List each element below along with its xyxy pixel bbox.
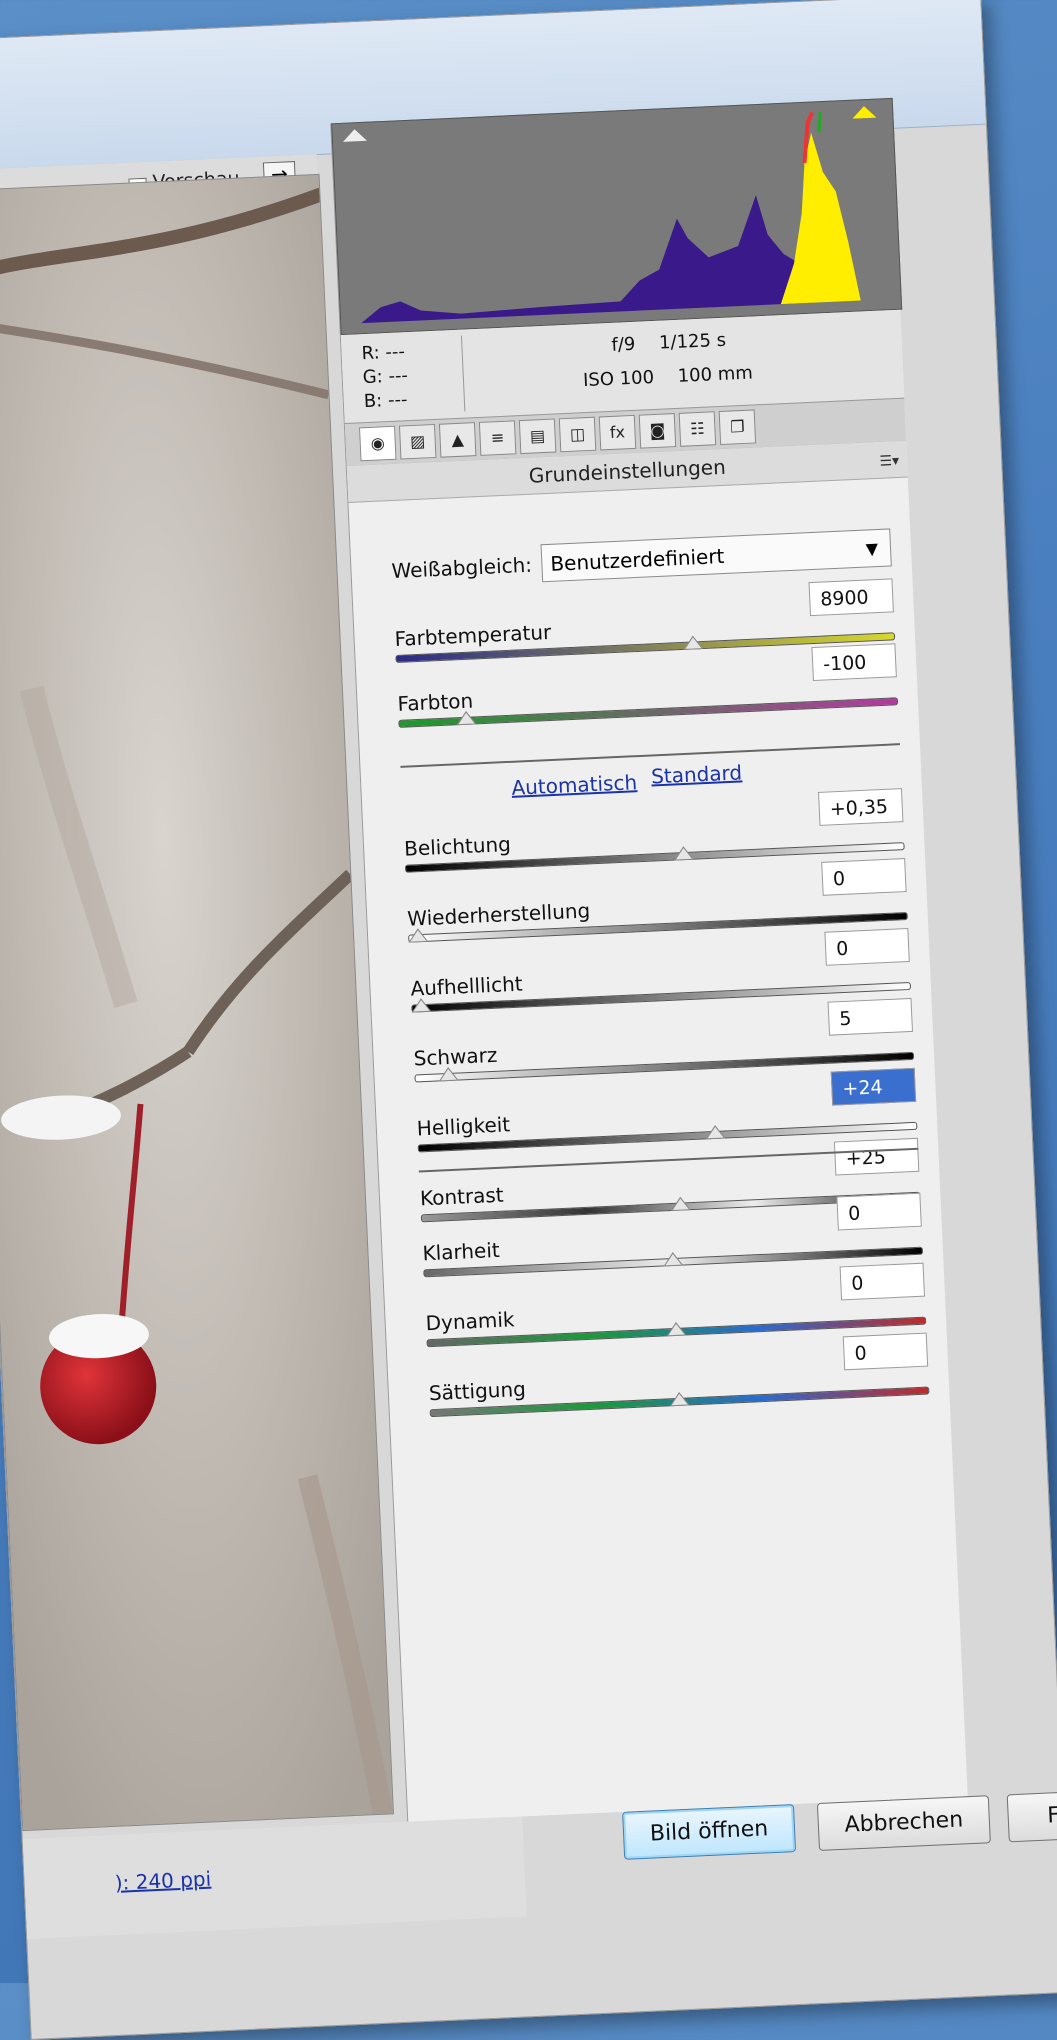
split-toning-icon[interactable]: ▤ <box>518 418 557 455</box>
slider-label-helligkeit: Helligkeit <box>416 1112 511 1141</box>
slider-value-dynamik[interactable]: 0 <box>839 1262 926 1301</box>
standard-link[interactable]: Standard <box>651 760 743 788</box>
slider-row-belichtung: Belichtung +0,35 <box>402 788 905 873</box>
slider-value-wiederherstellung[interactable]: 0 <box>821 858 907 896</box>
hsl-icon[interactable]: ≡ <box>478 420 517 456</box>
slider-row-aufhelllicht: Aufhelllicht 0 <box>409 927 912 1013</box>
lens-correction-icon[interactable]: ◫ <box>558 416 597 453</box>
slider-value-schwarz[interactable]: 5 <box>827 997 913 1036</box>
detail-icon[interactable]: ▲ <box>438 422 477 458</box>
camera-calibration-icon[interactable]: ◙ <box>638 413 677 449</box>
slider-value-farbton[interactable]: -100 <box>811 643 897 682</box>
white-balance-label: Weißabgleich: <box>391 552 533 584</box>
aperture-value: f/9 <box>611 333 636 356</box>
readout-b: B: --- <box>363 389 408 413</box>
slider-row-dynamik: Dynamik 0 <box>424 1262 927 1348</box>
slider-thumb-farbtemperatur[interactable] <box>682 635 704 650</box>
white-balance-value: Benutzerdefiniert <box>549 543 725 576</box>
slider-label-saettigung: Sättigung <box>428 1376 527 1406</box>
slider-label-klarheit: Klarheit <box>421 1237 501 1266</box>
tone-curve-icon[interactable]: ▨ <box>398 423 437 460</box>
slider-row-saettigung: Sättigung 0 <box>427 1332 930 1418</box>
slider-thumb-schwarz[interactable] <box>438 1066 459 1082</box>
adjustment-panel: R: --- G: --- B: --- f/9 1/125 s ISO 100… <box>330 97 968 1822</box>
branch-photo <box>0 174 393 1831</box>
slider-row-helligkeit: Helligkeit +24 <box>415 1067 918 1153</box>
slider-thumb-belichtung[interactable] <box>673 845 694 861</box>
open-image-button[interactable]: Bild öffnen <box>622 1804 797 1860</box>
slider-value-aufhelllicht[interactable]: 0 <box>824 927 910 966</box>
readout-g: G: --- <box>362 365 409 389</box>
slider-value-klarheit[interactable]: 0 <box>836 1192 922 1231</box>
slider-value-helligkeit[interactable]: +24 <box>830 1067 917 1106</box>
slider-thumb-farbton[interactable] <box>455 710 477 726</box>
slider-label-dynamik: Dynamik <box>425 1307 515 1336</box>
slider-thumb-klarheit[interactable] <box>662 1251 684 1267</box>
done-button[interactable]: Fertig <box>1006 1787 1057 1843</box>
slider-thumb-wiederherstellung[interactable] <box>407 927 429 943</box>
slider-label-wiederherstellung: Wiederherstellung <box>406 898 591 931</box>
fx-icon[interactable]: fx <box>598 414 637 451</box>
cancel-button[interactable]: Abbrechen <box>816 1795 991 1851</box>
snapshots-icon[interactable]: ❐ <box>718 409 757 446</box>
presets-icon[interactable]: ☷ <box>678 411 717 447</box>
preview-status-bar: ): 240 ppi <box>22 1816 527 1939</box>
dropdown-arrow-icon: ▼ <box>865 538 879 559</box>
slider-row-wiederherstellung: Wiederherstellung 0 <box>406 858 908 943</box>
workflow-options-link[interactable]: ): 240 ppi <box>114 1867 211 1895</box>
camera-raw-window: ✔Vorschau ⇄ <box>0 0 1057 2040</box>
slider-row-schwarz: Schwarz 5 <box>412 997 915 1083</box>
focal-length-value: 100 mm <box>677 362 754 387</box>
slider-value-kontrast[interactable]: +25 <box>833 1137 920 1176</box>
slider-value-saettigung[interactable]: 0 <box>842 1332 929 1371</box>
slider-label-farbtemperatur: Farbtemperatur <box>394 619 552 651</box>
slider-label-belichtung: Belichtung <box>403 831 512 861</box>
panel-menu-icon[interactable]: ☰▾ <box>879 443 900 480</box>
section-title-text: Grundeinstellungen <box>528 454 727 488</box>
slider-thumb-saettigung[interactable] <box>669 1391 690 1407</box>
slider-value-belichtung[interactable]: +0,35 <box>818 788 904 826</box>
slider-thumb-dynamik[interactable] <box>665 1321 687 1337</box>
shutter-value: 1/125 s <box>658 329 727 354</box>
readout-r: R: --- <box>361 341 406 365</box>
histogram-graph <box>332 98 902 335</box>
histogram <box>331 97 903 336</box>
slider-thumb-helligkeit[interactable] <box>705 1124 726 1140</box>
iso-value: ISO 100 <box>582 366 655 392</box>
slider-thumb-aufhelllicht[interactable] <box>410 997 432 1013</box>
preview-image <box>0 173 394 1832</box>
slider-value-farbtemperatur[interactable]: 8900 <box>808 578 894 617</box>
slider-label-kontrast: Kontrast <box>419 1182 505 1211</box>
slider-label-aufhelllicht: Aufhelllicht <box>409 971 524 1001</box>
aperture-icon[interactable]: ◉ <box>359 425 397 462</box>
white-balance-select[interactable]: Benutzerdefiniert ▼ <box>540 528 892 583</box>
auto-link[interactable]: Automatisch <box>511 770 638 800</box>
